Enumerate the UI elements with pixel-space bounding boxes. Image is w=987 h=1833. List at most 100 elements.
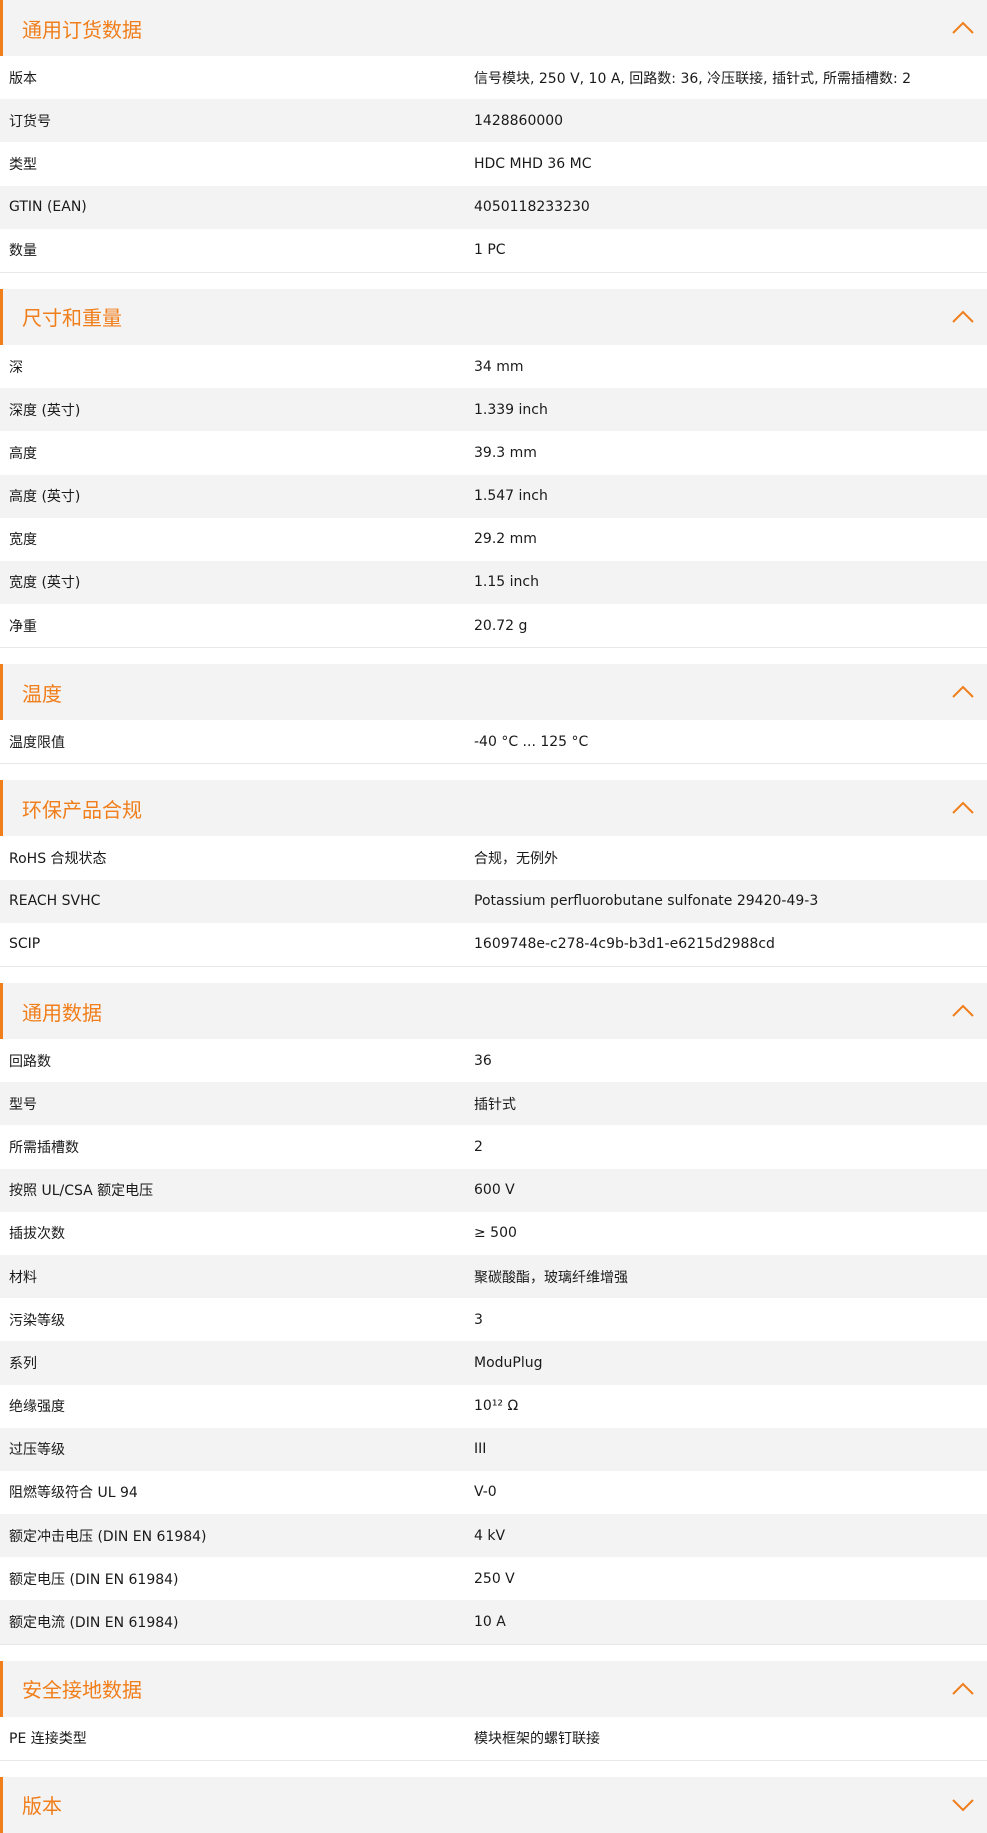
spec-value: ModuPlug <box>474 1354 543 1371</box>
chevron-down-icon[interactable] <box>951 1797 975 1813</box>
section-title: 安全接地数据 <box>22 1678 142 1703</box>
spec-table: PE 连接类型 模块框架的螺钉联接 <box>0 1717 987 1761</box>
spec-value: 插针式 <box>474 1096 516 1113</box>
spec-section: 温度温度限值 -40 °C ... 125 °C <box>0 664 987 765</box>
section-header-toggle[interactable]: 版本 <box>0 1776 987 1833</box>
spec-label: SCIP <box>9 936 41 953</box>
spec-row: 额定冲击电压 (DIN EN 61984) 4 kV <box>0 1514 987 1558</box>
spec-row: 宽度 (英寸) 1.15 inch <box>0 560 987 605</box>
chevron-up-icon[interactable] <box>951 20 975 36</box>
spec-row: 过压等级 III <box>0 1427 987 1471</box>
spec-row: 深 34 mm <box>0 345 987 388</box>
spec-value: Potassium perfluorobutane sulfonate 2942… <box>474 893 819 910</box>
spec-label: 插拔次数 <box>9 1226 65 1243</box>
spec-page: 通用订货数据版本 信号模块, 250 V, 10 A, 回路数: 36, 冷压联接… <box>0 0 987 1833</box>
spec-value: 合规，无例外 <box>474 851 558 868</box>
spec-label: 深度 (英寸) <box>9 402 81 419</box>
spec-value: 1.547 inch <box>474 488 548 505</box>
section-header-toggle[interactable]: 环保产品合规 <box>0 780 987 837</box>
spec-row: 数量 1 PC <box>0 229 987 272</box>
spec-value: 1609748e-c278-4c9b-b3d1-e6215d2988cd <box>474 936 775 953</box>
spec-row: 插拔次数 ≥ 500 <box>0 1212 987 1255</box>
chevron-up-icon[interactable] <box>951 800 975 816</box>
spec-row: 类型 HDC MHD 36 MC <box>0 142 987 185</box>
spec-label: 系列 <box>9 1355 37 1372</box>
spec-row: 阻燃等级符合 UL 94 V-0 <box>0 1471 987 1514</box>
spec-value: -40 °C ... 125 °C <box>474 733 589 750</box>
spec-section: 版本 <box>0 1776 987 1833</box>
spec-section: 通用订货数据版本 信号模块, 250 V, 10 A, 回路数: 36, 冷压联接… <box>0 0 987 273</box>
spec-table: 温度限值 -40 °C ... 125 °C <box>0 720 987 765</box>
spec-label: 额定电压 (DIN EN 61984) <box>9 1571 179 1588</box>
spec-value: 29.2 mm <box>474 531 537 548</box>
spec-value: V-0 <box>474 1484 497 1501</box>
spec-row: 回路数 36 <box>0 1039 987 1082</box>
section-header-toggle[interactable]: 通用订货数据 <box>0 0 987 56</box>
chevron-up-icon[interactable] <box>951 1681 975 1697</box>
spec-row: 型号 插针式 <box>0 1082 987 1126</box>
spec-label: 高度 <box>9 445 37 462</box>
spec-label: RoHS 合规状态 <box>9 851 107 868</box>
spec-label: GTIN (EAN) <box>9 199 87 216</box>
spec-section: 通用数据 回路数 36 型号 插针式 所需插槽数 2 按照 UL/CSA 额定电压 600 V 插… <box>0 983 987 1645</box>
spec-label: 订货号 <box>9 113 51 130</box>
section-title: 尺寸和重量 <box>22 306 122 331</box>
spec-label: 回路数 <box>9 1053 51 1070</box>
spec-value: 2 <box>474 1138 483 1155</box>
spec-row: GTIN (EAN) 4050118233230 <box>0 185 987 229</box>
spec-label: PE 连接类型 <box>9 1731 87 1748</box>
spec-value: 模块框架的螺钉联接 <box>474 1731 600 1748</box>
spec-label: 绝缘强度 <box>9 1399 65 1416</box>
spec-label: 额定电流 (DIN EN 61984) <box>9 1615 179 1632</box>
spec-value: 1.15 inch <box>474 574 539 591</box>
section-title: 温度 <box>22 681 62 706</box>
spec-label: 温度限值 <box>9 734 65 751</box>
spec-row: 深度 (英寸) 1.339 inch <box>0 388 987 432</box>
spec-label: 净重 <box>9 618 37 635</box>
spec-label: 型号 <box>9 1096 37 1113</box>
spec-label: 按照 UL/CSA 额定电压 <box>9 1183 154 1200</box>
spec-row: SCIP 1609748e-c278-4c9b-b3d1-e6215d2988cd <box>0 923 987 966</box>
section-title: 通用数据 <box>22 1000 102 1025</box>
section-header-toggle[interactable]: 通用数据 <box>0 983 987 1039</box>
spec-row: 额定电压 (DIN EN 61984) 250 V <box>0 1557 987 1600</box>
spec-row: 额定电流 (DIN EN 61984) 10 A <box>0 1600 987 1644</box>
section-header-toggle[interactable]: 安全接地数据 <box>0 1660 987 1717</box>
spec-row: 按照 UL/CSA 额定电压 600 V <box>0 1168 987 1212</box>
spec-value: 39.3 mm <box>474 444 537 461</box>
chevron-up-icon[interactable] <box>951 684 975 700</box>
spec-label: 所需插槽数 <box>9 1139 79 1156</box>
spec-row: 绝缘强度 10¹² Ω <box>0 1385 987 1428</box>
spec-value: 10 A <box>474 1614 506 1631</box>
chevron-up-icon[interactable] <box>951 1003 975 1019</box>
spec-label: 数量 <box>9 243 37 260</box>
spec-row: 系列 ModuPlug <box>0 1341 987 1385</box>
chevron-up-icon[interactable] <box>951 309 975 325</box>
section-header-toggle[interactable]: 尺寸和重量 <box>0 288 987 345</box>
spec-row: PE 连接类型 模块框架的螺钉联接 <box>0 1717 987 1760</box>
section-title: 通用订货数据 <box>22 17 142 42</box>
spec-table: 版本 信号模块, 250 V, 10 A, 回路数: 36, 冷压联接, 插针式,… <box>0 56 987 273</box>
spec-value: 34 mm <box>474 358 524 375</box>
spec-label: 阻燃等级符合 UL 94 <box>9 1485 138 1502</box>
section-title: 环保产品合规 <box>22 797 142 822</box>
spec-table: RoHS 合规状态 合规，无例外 REACH SVHC Potassium perfl… <box>0 836 987 967</box>
spec-row: 订货号 1428860000 <box>0 99 987 143</box>
spec-value: III <box>474 1441 487 1458</box>
spec-value: ≥ 500 <box>474 1225 517 1242</box>
spec-label: 过压等级 <box>9 1442 65 1459</box>
spec-label: REACH SVHC <box>9 893 101 910</box>
spec-table: 回路数 36 型号 插针式所需插槽数 2 按照 UL/CSA 额定电压 600 V 插拔次数 ≥… <box>0 1039 987 1645</box>
spec-value: 聚碳酸酯，玻璃纤维增强 <box>474 1269 628 1286</box>
spec-label: 类型 <box>9 156 37 173</box>
spec-value: 1 PC <box>474 242 506 259</box>
spec-row: 材料 聚碳酸酯，玻璃纤维增强 <box>0 1254 987 1299</box>
spec-row: 所需插槽数 2 <box>0 1125 987 1168</box>
section-header-toggle[interactable]: 温度 <box>0 664 987 721</box>
spec-label: 版本 <box>9 70 37 87</box>
spec-value: 250 V <box>474 1570 515 1587</box>
spec-row: 宽度 29.2 mm <box>0 518 987 561</box>
spec-row: 温度限值 -40 °C ... 125 °C <box>0 720 987 763</box>
spec-label: 额定冲击电压 (DIN EN 61984) <box>9 1528 207 1545</box>
spec-value: 36 <box>474 1052 492 1069</box>
